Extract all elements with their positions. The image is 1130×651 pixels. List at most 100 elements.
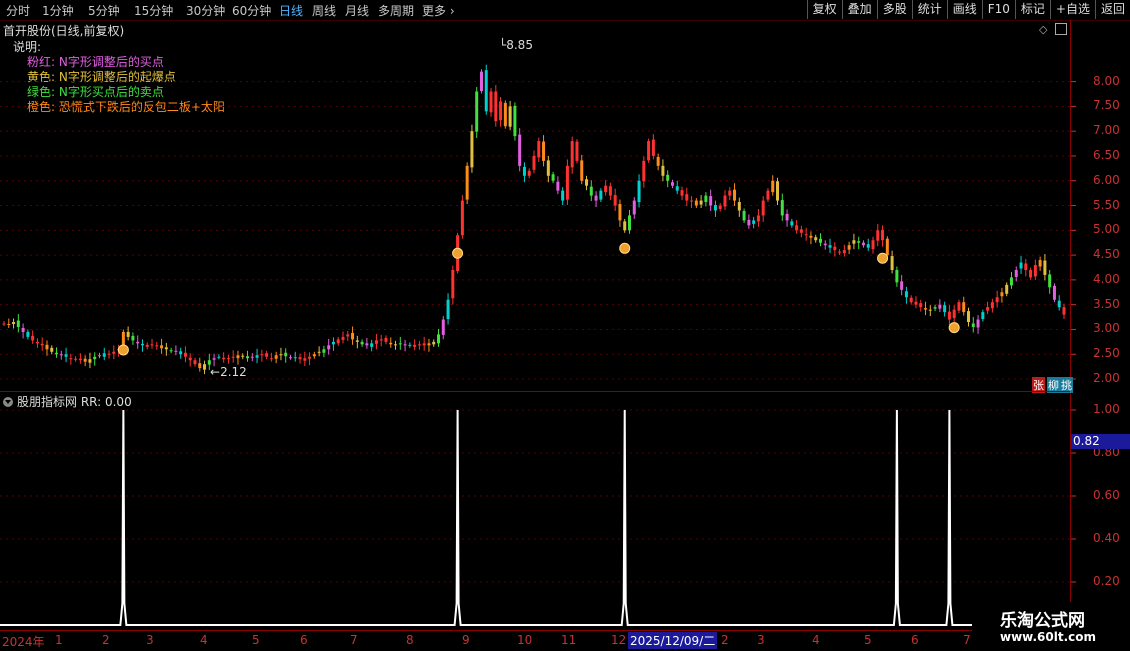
candle-body	[809, 235, 813, 238]
legend-header: 说明:	[13, 40, 42, 54]
candle-body	[1000, 292, 1004, 297]
date-label-n5: 5	[864, 633, 872, 647]
candle-body	[670, 182, 674, 186]
candle-body	[1029, 269, 1033, 278]
mark-button[interactable]: 标记	[1014, 0, 1050, 19]
candle-body	[293, 357, 297, 359]
candle-body	[21, 327, 25, 332]
candle-body	[542, 141, 546, 161]
candle-body	[618, 204, 622, 221]
period-toolbar: 分时 1分钟 5分钟 15分钟 30分钟 60分钟 日线 周线 月线 多周期 更…	[0, 0, 1130, 21]
back-button[interactable]: 返回	[1094, 0, 1130, 19]
multi-stock-button[interactable]: 多股	[876, 0, 912, 19]
candle-body	[499, 101, 503, 121]
date-label-m6: 6	[300, 633, 308, 647]
period-tab-realtime[interactable]: 分时	[6, 2, 30, 19]
period-tab-5min[interactable]: 5分钟	[88, 2, 120, 19]
price-tick-label: 5.00	[1093, 222, 1120, 237]
candle-body	[437, 334, 441, 344]
indicator-tick-label: 0.40	[1093, 531, 1120, 545]
period-tab-weekly[interactable]: 周线	[312, 2, 336, 19]
candle-body	[408, 344, 412, 346]
date-label-n7: 7	[963, 633, 971, 647]
candle-body	[986, 307, 990, 311]
candle-body	[207, 360, 211, 365]
date-label-n6: 6	[911, 633, 919, 647]
price-tick-label: 7.50	[1093, 98, 1120, 113]
candle-body	[284, 352, 288, 357]
restore-rights-button[interactable]: 复权	[806, 0, 842, 19]
candle-body	[93, 356, 97, 360]
candle-body	[231, 356, 235, 358]
candle-body	[346, 334, 350, 337]
legend-item-green: 绿色: N字形买点后的卖点	[27, 85, 164, 99]
price-tick-label: 4.00	[1093, 271, 1120, 286]
indicator-menu-icon[interactable]	[3, 397, 13, 407]
period-tab-1min[interactable]: 1分钟	[42, 2, 74, 19]
legend-item-pink: 粉红: N字形调整后的买点	[27, 55, 164, 69]
candle-body	[651, 139, 655, 156]
window-toggle-icon[interactable]	[1055, 23, 1067, 35]
candle-body	[265, 353, 269, 357]
candle-body	[866, 244, 870, 248]
period-tab-60min[interactable]: 60分钟	[232, 2, 271, 19]
pane-divider[interactable]	[0, 391, 1070, 392]
candle-body	[198, 363, 202, 369]
candle-body	[2, 323, 6, 325]
draw-line-button[interactable]: 画线	[946, 0, 982, 19]
max-price-label: └8.85	[499, 38, 533, 52]
period-tab-daily[interactable]: 日线	[279, 2, 303, 19]
candle-body	[212, 358, 216, 360]
candle-body	[799, 229, 803, 233]
candle-body	[88, 359, 92, 363]
legend-item-orange: 橙色: 恐慌式下跌后的反包二板+太阳	[27, 100, 225, 114]
candle-body	[413, 344, 417, 347]
candle-body	[351, 332, 355, 340]
candle-body	[709, 196, 713, 206]
statistics-button[interactable]: 统计	[911, 0, 947, 19]
candle-body	[7, 324, 11, 326]
candle-body	[833, 246, 837, 251]
candle-body	[694, 200, 698, 206]
candle-body	[288, 357, 292, 359]
date-label-m12: 12	[611, 633, 627, 647]
period-tab-15min[interactable]: 15分钟	[134, 2, 173, 19]
candle-body	[823, 243, 827, 246]
legend-item-yellow: 黄色: N字形调整后的起爆点	[27, 70, 176, 84]
candle-body	[260, 354, 264, 356]
candle-body	[255, 355, 259, 358]
period-tab-multi[interactable]: 多周期	[378, 2, 414, 19]
indicator-cursor-value: 0.82	[1071, 434, 1130, 449]
overlay-button[interactable]: 叠加	[841, 0, 877, 19]
f10-button[interactable]: F10	[981, 0, 1015, 19]
candle-body	[623, 221, 627, 231]
date-label-n2: 2	[721, 633, 729, 647]
candle-body	[733, 189, 737, 201]
candle-body	[919, 303, 923, 308]
candle-body	[728, 190, 732, 196]
date-axis: 2024年 1 2 3 4 5 6 7 8 9 10 11 12 2025/12…	[0, 630, 1070, 651]
candle-body	[876, 230, 880, 241]
candle-body	[971, 323, 975, 327]
candle-body	[136, 341, 140, 344]
period-tab-30min[interactable]: 30分钟	[186, 2, 225, 19]
period-tab-more[interactable]: 更多 ›	[422, 2, 455, 19]
candle-body	[427, 343, 431, 346]
candle-body	[150, 344, 154, 346]
candle-body	[179, 351, 183, 355]
add-watchlist-button[interactable]: +自选	[1049, 0, 1095, 19]
candle-body	[713, 205, 717, 211]
candle-body	[121, 331, 125, 351]
candle-body	[365, 343, 369, 346]
period-tab-monthly[interactable]: 月线	[345, 2, 369, 19]
diamond-icon[interactable]: ◇	[1039, 23, 1047, 36]
candle-body	[312, 354, 316, 357]
candle-body	[26, 331, 30, 337]
candle-body	[475, 91, 479, 132]
indicator-grid	[0, 409, 1076, 583]
candle-body	[957, 302, 961, 311]
candle-body	[914, 301, 918, 305]
candle-body	[747, 219, 751, 226]
candle-body	[1062, 307, 1066, 315]
candle-body	[761, 200, 765, 216]
